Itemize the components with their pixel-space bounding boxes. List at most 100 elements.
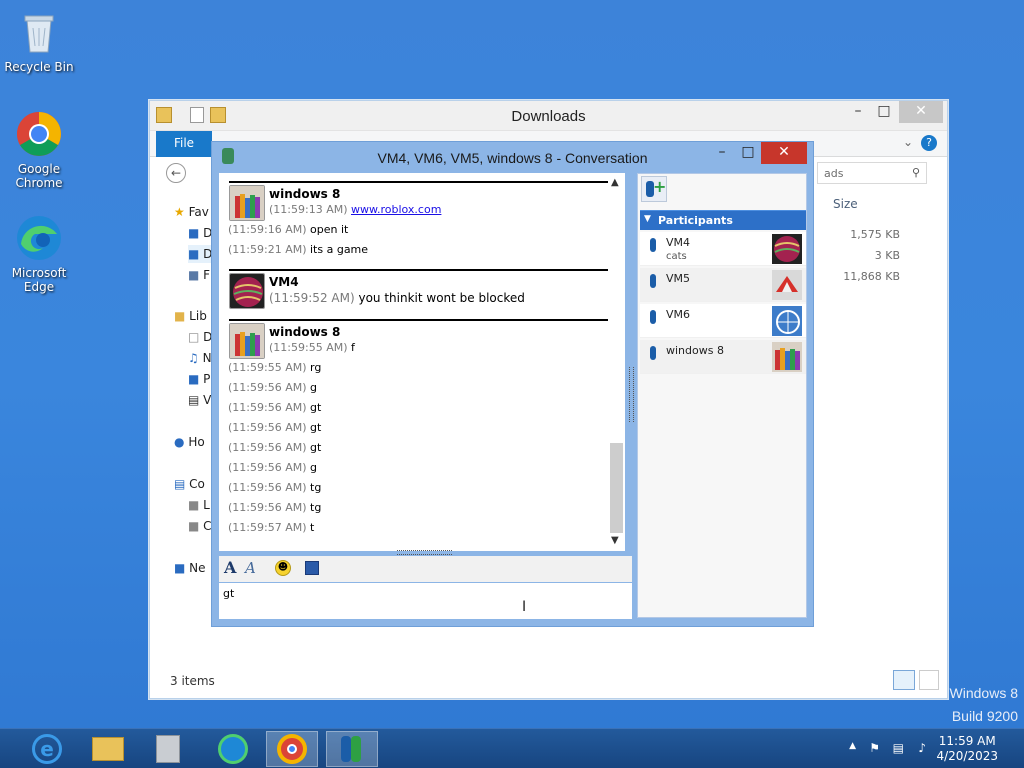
user-status-icon bbox=[650, 346, 656, 360]
participant-row[interactable]: VM4 cats bbox=[640, 232, 806, 266]
participant-row[interactable]: VM5 bbox=[640, 268, 806, 302]
large-icons-view-icon[interactable] bbox=[919, 670, 939, 690]
nav-item-network[interactable]: ■ Ne bbox=[174, 559, 206, 577]
participant-name: VM5 bbox=[666, 272, 691, 285]
clock-date: 4/20/2023 bbox=[936, 749, 998, 763]
control-panel-icon bbox=[156, 735, 180, 763]
scroll-up-icon[interactable]: ▲ bbox=[611, 177, 619, 188]
nav-item[interactable]: ■ C bbox=[188, 517, 212, 535]
add-participant-button[interactable]: + bbox=[641, 176, 667, 202]
build-watermark-line1: Windows 8 bbox=[949, 685, 1018, 701]
emoticon-icon[interactable]: ☻ bbox=[275, 560, 291, 576]
navigation-pane: ★ Fav ■ D ■ D ■ F ■ Lib □ D ♫ N ■ P ▤ V … bbox=[158, 197, 248, 677]
scroll-down-icon[interactable]: ▼ bbox=[611, 535, 619, 546]
details-view-icon[interactable] bbox=[893, 670, 915, 690]
desktop-icon-edge[interactable]: Microsoft Edge bbox=[4, 214, 74, 294]
message-line: (11:59:55 AM) rg bbox=[228, 361, 322, 374]
nav-item-music[interactable]: ♫ N bbox=[188, 349, 212, 367]
plus-icon: + bbox=[653, 177, 667, 196]
participants-header[interactable]: ▼ Participants bbox=[640, 210, 806, 230]
participant-row[interactable]: windows 8 bbox=[640, 340, 806, 374]
maximize-button[interactable]: □ bbox=[867, 101, 901, 123]
collapse-icon[interactable]: ▼ bbox=[644, 214, 651, 224]
file-size: 11,868 KB bbox=[843, 270, 900, 283]
nav-item[interactable]: ■ L bbox=[188, 496, 210, 514]
taskbar-internet-explorer[interactable]: e bbox=[20, 731, 72, 767]
participants-pane: + ▼ Participants VM4 cats VM5 VM6 window… bbox=[637, 173, 807, 618]
message-input[interactable]: gt bbox=[219, 583, 632, 619]
search-icon[interactable]: ⚲ bbox=[912, 166, 920, 179]
participant-row[interactable]: VM6 bbox=[640, 304, 806, 338]
message-block: windows 8 (11:59:13 AM) www.roblox.com (… bbox=[228, 181, 609, 267]
status-item-count: 3 items bbox=[170, 674, 215, 688]
save-icon[interactable] bbox=[305, 561, 319, 575]
action-center-flag-icon[interactable]: ⚑ bbox=[869, 741, 880, 755]
help-icon[interactable]: ? bbox=[921, 135, 937, 151]
message-line: (11:59:56 AM) gt bbox=[228, 441, 322, 454]
back-arrow-icon[interactable]: ← bbox=[166, 163, 186, 183]
taskbar-file-explorer[interactable] bbox=[82, 731, 134, 767]
nav-item-pictures[interactable]: ■ P bbox=[188, 370, 210, 388]
close-button[interactable]: ✕ bbox=[761, 142, 807, 164]
message-line: (11:59:56 AM) tg bbox=[228, 501, 322, 514]
participant-name: VM4 bbox=[666, 236, 691, 249]
explorer-titlebar[interactable]: Downloads – □ ✕ bbox=[150, 101, 947, 131]
roblox-link[interactable]: www.roblox.com bbox=[351, 203, 441, 216]
taskbar-chrome[interactable] bbox=[266, 731, 318, 767]
participant-avatar bbox=[772, 342, 802, 372]
splitter-handle[interactable] bbox=[397, 550, 452, 555]
conversation-titlebar[interactable]: VM4, VM6, VM5, windows 8 - Conversation … bbox=[212, 142, 813, 172]
splitter-handle[interactable] bbox=[629, 367, 634, 422]
nav-item[interactable]: ■ F bbox=[188, 266, 210, 284]
maximize-button[interactable]: □ bbox=[731, 142, 765, 164]
file-tab[interactable]: File bbox=[156, 131, 212, 157]
build-watermark-line2: Build 9200 bbox=[951, 708, 1018, 724]
participant-name: windows 8 bbox=[666, 344, 724, 357]
nav-item-computer[interactable]: ▤ Co bbox=[174, 475, 205, 493]
desktop-icon-recycle-bin[interactable]: Recycle Bin bbox=[4, 8, 74, 74]
message-line: (11:59:56 AM) gt bbox=[228, 421, 322, 434]
avatar-vm4 bbox=[229, 273, 265, 309]
chevron-down-icon[interactable]: ⌄ bbox=[903, 135, 913, 149]
nav-item-homegroup[interactable]: ● Ho bbox=[174, 433, 205, 451]
message-sender: VM4 bbox=[269, 275, 299, 289]
nav-item-favorites[interactable]: ★ Fav bbox=[174, 203, 209, 221]
message-line: (11:59:56 AM) tg bbox=[228, 481, 322, 494]
search-input[interactable]: ads ⚲ bbox=[817, 162, 927, 184]
file-explorer-icon bbox=[92, 737, 124, 761]
message-history[interactable]: windows 8 (11:59:13 AM) www.roblox.com (… bbox=[219, 173, 625, 551]
internet-explorer-icon: e bbox=[32, 734, 62, 764]
clock[interactable]: 11:59 AM 4/20/2023 bbox=[936, 734, 998, 764]
explorer-title: Downloads bbox=[511, 108, 586, 125]
show-hidden-icons[interactable]: ▲ bbox=[849, 741, 856, 751]
network-icon[interactable]: ▤ bbox=[893, 741, 904, 755]
text-color-icon[interactable]: A bbox=[245, 559, 256, 577]
message-sender: windows 8 bbox=[269, 325, 341, 339]
nav-item-libraries[interactable]: ■ Lib bbox=[174, 307, 207, 325]
message-line: (11:59:55 AM) f bbox=[269, 341, 355, 354]
desktop-icon-chrome[interactable]: Google Chrome bbox=[4, 110, 74, 190]
message-line: (11:59:56 AM) gt bbox=[228, 401, 322, 414]
edge-icon bbox=[218, 734, 248, 764]
column-header-size[interactable]: Size bbox=[833, 197, 858, 211]
desktop-icon-label: Recycle Bin bbox=[4, 60, 74, 74]
recycle-bin-icon bbox=[15, 8, 63, 56]
messenger-icon-part bbox=[351, 736, 361, 762]
formatting-toolbar: A A ☻ bbox=[219, 556, 632, 582]
message-scrollbar[interactable]: ▲ ▼ bbox=[608, 173, 625, 551]
user-status-icon bbox=[650, 274, 656, 288]
nav-item-videos[interactable]: ▤ V bbox=[188, 391, 211, 409]
message-line: (11:59:16 AM) open it bbox=[228, 223, 349, 236]
scrollbar-thumb[interactable] bbox=[610, 443, 623, 533]
participant-status: cats bbox=[666, 251, 687, 262]
participants-header-label: Participants bbox=[658, 214, 733, 227]
close-button[interactable]: ✕ bbox=[899, 101, 943, 123]
nav-item[interactable]: □ D bbox=[188, 328, 212, 346]
nav-item[interactable]: ■ D bbox=[188, 224, 212, 242]
taskbar-edge[interactable] bbox=[206, 731, 258, 767]
taskbar-messenger[interactable] bbox=[326, 731, 378, 767]
font-icon[interactable]: A bbox=[224, 558, 236, 577]
taskbar-control-panel[interactable] bbox=[142, 731, 194, 767]
volume-muted-icon[interactable]: ♪ bbox=[918, 741, 926, 755]
conversation-window[interactable]: VM4, VM6, VM5, windows 8 - Conversation … bbox=[211, 141, 814, 627]
